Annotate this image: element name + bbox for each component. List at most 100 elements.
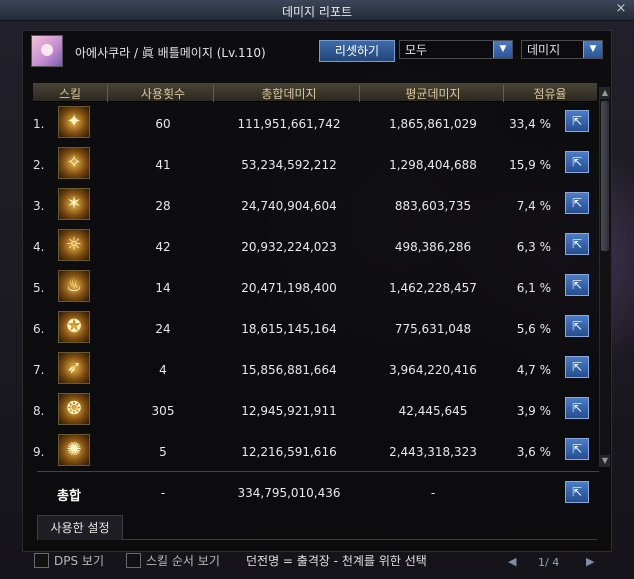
share-icon[interactable]: ⇱ (565, 274, 589, 296)
row-uses: 305 (151, 404, 175, 418)
row-avg-damage: 42,445,645 (398, 404, 468, 418)
table-row: 9. ✺ 5 12,216,591,616 2,443,318,323 3,6 … (33, 431, 597, 472)
row-rank: 9. (33, 445, 45, 459)
table-row: 4. ☼ 42 20,932,224,023 498,386,286 6,3 %… (33, 226, 597, 267)
filter-select[interactable]: 모두 ▼ (399, 40, 513, 59)
share-icon[interactable]: ⇱ (565, 315, 589, 337)
row-avg-damage: 1,462,228,457 (389, 281, 477, 295)
row-total-damage: 20,932,224,023 (241, 240, 337, 254)
skill-icon: ❂ (58, 393, 90, 425)
row-avg-damage: 883,603,735 (394, 199, 472, 213)
page-number: 1/ 4 (538, 556, 560, 569)
row-uses: 42 (155, 240, 171, 254)
column-header-total: 총합데미지 (219, 85, 360, 102)
table-row: 2. ✧ 41 53,234,592,212 1,298,404,688 15,… (33, 144, 597, 185)
share-icon[interactable]: ⇱ (565, 438, 589, 460)
share-icon[interactable]: ⇱ (565, 481, 589, 503)
scroll-down-icon[interactable]: ▼ (600, 455, 610, 467)
row-avg-damage: 1,865,861,029 (389, 117, 477, 131)
column-header-uses: 사용횟수 (113, 85, 214, 102)
row-uses: 41 (155, 158, 171, 172)
mode-select-value: 데미지 (527, 43, 561, 57)
chevron-down-icon[interactable]: ▼ (583, 41, 602, 58)
next-page-icon[interactable]: ▶ (586, 555, 594, 568)
window-titlebar[interactable]: 데미지 리포트 × (0, 0, 634, 21)
row-rank: 8. (33, 404, 45, 418)
tab-used-settings[interactable]: 사용한 설정 (37, 515, 123, 540)
total-uses: - (160, 486, 166, 500)
chevron-down-icon[interactable]: ▼ (493, 41, 512, 58)
skill-table: 1. ✦ 60 111,951,661,742 1,865,861,029 33… (33, 103, 597, 466)
row-avg-damage: 498,386,286 (394, 240, 472, 254)
row-total-damage: 12,945,921,911 (241, 404, 337, 418)
character-name: 아에사쿠라 / 眞 배틀메이지 (Lv.110) (75, 46, 266, 60)
share-icon[interactable]: ⇱ (565, 192, 589, 214)
total-row: 총합 - 334,795,010,436 - ⇱ (33, 477, 597, 507)
table-row: 7. ➶ 4 15,856,881,664 3,964,220,416 4,7 … (33, 349, 597, 390)
window-title: 데미지 리포트 (281, 5, 353, 19)
row-uses: 60 (155, 117, 171, 131)
row-rank: 1. (33, 117, 45, 131)
filter-select-value: 모두 (405, 43, 428, 57)
divider (121, 539, 597, 540)
skill-order-checkbox-label: 스킬 순서 보기 (146, 554, 220, 568)
row-avg-damage: 3,964,220,416 (389, 363, 477, 377)
row-rank: 4. (33, 240, 45, 254)
table-row: 3. ✶ 28 24,740,904,604 883,603,735 7,4 %… (33, 185, 597, 226)
scrollbar[interactable]: ▲ ▼ (599, 87, 610, 467)
row-uses: 28 (155, 199, 171, 213)
report-header: 아에사쿠라 / 眞 배틀메이지 (Lv.110) 리셋하기 모두 ▼ 데미지 ▼ (31, 35, 605, 67)
prev-page-icon[interactable]: ◀ (508, 555, 516, 568)
skill-icon: ✶ (58, 188, 90, 220)
divider (37, 471, 599, 472)
skill-icon: ✪ (58, 311, 90, 343)
column-header-avg: 평균데미지 (363, 85, 504, 102)
table-row: 5. ♨ 14 20,471,198,400 1,462,228,457 6,1… (33, 267, 597, 308)
table-row: 8. ❂ 305 12,945,921,911 42,445,645 3,9 %… (33, 390, 597, 431)
dungeon-name: 던전명 = 출격장 - 천계를 위한 선택 (246, 554, 427, 568)
skill-icon: ☼ (58, 229, 90, 261)
row-total-damage: 18,615,145,164 (241, 322, 337, 336)
row-uses: 14 (155, 281, 171, 295)
row-uses: 24 (155, 322, 171, 336)
row-rank: 3. (33, 199, 45, 213)
table-row: 1. ✦ 60 111,951,661,742 1,865,861,029 33… (33, 103, 597, 144)
skill-icon: ➶ (58, 352, 90, 384)
scroll-up-icon[interactable]: ▲ (600, 87, 610, 99)
total-avg-damage: - (430, 486, 436, 500)
row-total-damage: 111,951,661,742 (237, 117, 341, 131)
skill-icon: ✺ (58, 434, 90, 466)
total-damage: 334,795,010,436 (237, 486, 341, 500)
row-avg-damage: 775,631,048 (394, 322, 472, 336)
row-avg-damage: 1,298,404,688 (389, 158, 477, 172)
row-total-damage: 20,471,198,400 (241, 281, 337, 295)
damage-report-window: 아에사쿠라 / 眞 배틀메이지 (Lv.110) 리셋하기 모두 ▼ 데미지 ▼… (22, 30, 612, 552)
dps-checkbox[interactable] (34, 553, 49, 568)
table-header: 스킬 사용횟수 총합데미지 평균데미지 점유율 (33, 83, 597, 102)
row-rank: 5. (33, 281, 45, 295)
footer-bar: DPS 보기 스킬 순서 보기 던전명 = 출격장 - 천계를 위한 선택 ◀ … (0, 550, 634, 579)
row-uses: 5 (159, 445, 167, 459)
row-rank: 2. (33, 158, 45, 172)
row-rank: 7. (33, 363, 45, 377)
skill-icon: ✦ (58, 106, 90, 138)
scroll-thumb[interactable] (601, 101, 609, 251)
column-header-share: 점유율 (533, 87, 567, 101)
row-total-damage: 24,740,904,604 (241, 199, 337, 213)
share-icon[interactable]: ⇱ (565, 110, 589, 132)
mode-select[interactable]: 데미지 ▼ (521, 40, 603, 59)
share-icon[interactable]: ⇱ (565, 233, 589, 255)
reset-button[interactable]: 리셋하기 (319, 40, 395, 62)
share-icon[interactable]: ⇱ (565, 397, 589, 419)
row-rank: 6. (33, 322, 45, 336)
total-label: 총합 (57, 489, 81, 504)
close-icon[interactable]: × (614, 2, 628, 16)
skill-icon: ♨ (58, 270, 90, 302)
share-icon[interactable]: ⇱ (565, 151, 589, 173)
row-total-damage: 12,216,591,616 (241, 445, 337, 459)
share-icon[interactable]: ⇱ (565, 356, 589, 378)
skill-order-checkbox[interactable] (126, 553, 141, 568)
row-total-damage: 53,234,592,212 (241, 158, 337, 172)
row-total-damage: 15,856,881,664 (241, 363, 337, 377)
table-row: 6. ✪ 24 18,615,145,164 775,631,048 5,6 %… (33, 308, 597, 349)
